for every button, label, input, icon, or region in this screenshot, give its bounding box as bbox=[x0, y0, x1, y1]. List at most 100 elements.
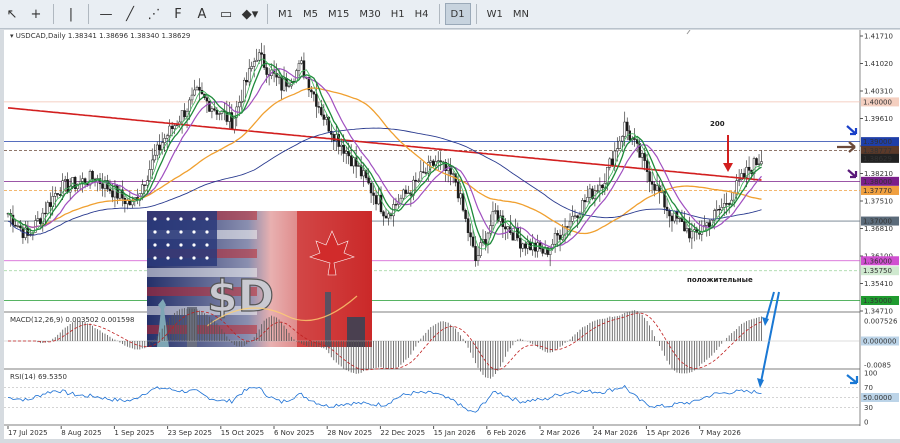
candle-body bbox=[598, 184, 602, 191]
candle-body bbox=[747, 166, 751, 171]
annotation-positive: положительные bbox=[687, 276, 753, 284]
candle-body bbox=[399, 197, 403, 204]
candle-body bbox=[653, 184, 656, 191]
candle-body bbox=[101, 183, 104, 189]
candle-body bbox=[588, 188, 592, 198]
candle-body bbox=[247, 68, 251, 83]
us-star bbox=[179, 243, 183, 247]
date-tick-label: 15 Oct 2025 bbox=[221, 429, 264, 437]
timeframe-m30-button[interactable]: M30 bbox=[354, 3, 385, 25]
candle-body bbox=[49, 202, 52, 207]
candle-body bbox=[91, 170, 94, 180]
candle-body bbox=[287, 85, 291, 87]
us-star bbox=[153, 256, 157, 260]
cn-tower-icon bbox=[325, 292, 331, 347]
candle-body bbox=[155, 144, 159, 156]
rsi-tick-label: 100 bbox=[864, 370, 877, 378]
us-star bbox=[192, 230, 196, 234]
channel-icon[interactable]: ⋰ bbox=[142, 3, 166, 25]
candle-body bbox=[382, 211, 385, 217]
rsi-tick-label: 70 bbox=[864, 384, 873, 392]
chart-area[interactable]: 1.417101.410201.403101.396101.389101.382… bbox=[4, 29, 900, 439]
macd-tick-label: -0.0085 bbox=[864, 362, 891, 370]
date-tick-label: 6 Nov 2025 bbox=[274, 429, 314, 437]
candle-body bbox=[344, 150, 348, 154]
price-tick-label: 1.38210 bbox=[864, 170, 893, 178]
timeframe-m15-button[interactable]: M15 bbox=[323, 3, 354, 25]
candle-body bbox=[491, 211, 495, 226]
price-chart[interactable]: 1.417101.410201.403101.396101.389101.382… bbox=[4, 29, 900, 439]
candle-body bbox=[372, 192, 375, 196]
candle-body bbox=[310, 89, 313, 93]
candle bbox=[208, 100, 211, 112]
date-tick-label: 1 Sep 2025 bbox=[114, 429, 154, 437]
candle-body bbox=[504, 226, 507, 230]
candle-body bbox=[190, 94, 194, 101]
shapes-icon[interactable]: ◆▾ bbox=[238, 3, 262, 25]
candle-body bbox=[432, 160, 435, 166]
candle-body bbox=[158, 144, 161, 150]
candle-body bbox=[471, 236, 475, 247]
candle-body bbox=[566, 226, 569, 228]
text-icon[interactable]: A bbox=[190, 3, 214, 25]
candle-body bbox=[685, 228, 689, 232]
candle-body bbox=[280, 76, 283, 91]
candle-body bbox=[623, 121, 626, 137]
candle-body bbox=[339, 144, 343, 147]
candle-body bbox=[302, 60, 306, 78]
candle-body bbox=[494, 210, 497, 212]
candle-body bbox=[150, 159, 154, 170]
date-tick-label: 8 Aug 2025 bbox=[61, 429, 101, 437]
candle-body bbox=[670, 215, 674, 222]
candle-body bbox=[240, 101, 244, 103]
fibonacci-icon[interactable]: F bbox=[166, 3, 190, 25]
crosshair-icon[interactable]: + bbox=[24, 3, 48, 25]
vertical-line-icon[interactable]: | bbox=[59, 3, 83, 25]
timeframe-w1-button[interactable]: W1 bbox=[482, 3, 508, 25]
rsi-header: RSI(14) 69.5350 bbox=[10, 373, 67, 381]
us-star bbox=[179, 230, 183, 234]
candle-body bbox=[118, 189, 122, 199]
candle-body bbox=[583, 200, 587, 203]
label-icon[interactable]: ▭ bbox=[214, 3, 238, 25]
candle-body bbox=[690, 230, 694, 239]
timeframe-h1-button[interactable]: H1 bbox=[386, 3, 410, 25]
candle-body bbox=[210, 108, 214, 112]
candle-body bbox=[556, 233, 559, 236]
cursor-icon[interactable]: ↖ bbox=[0, 3, 24, 25]
candle-body bbox=[193, 89, 196, 96]
price-label-text: 1.38629 bbox=[863, 155, 892, 163]
candle-body bbox=[250, 66, 253, 69]
candle-body bbox=[645, 160, 649, 172]
trend-line-icon[interactable]: ╱ bbox=[118, 3, 142, 25]
candle-body bbox=[402, 189, 405, 199]
candle-body bbox=[387, 213, 390, 219]
date-tick-label: 7 May 2026 bbox=[700, 429, 742, 437]
timeframe-h4-button[interactable]: H4 bbox=[410, 3, 434, 25]
timeframe-d1-button[interactable]: D1 bbox=[444, 3, 471, 25]
candle-body bbox=[621, 136, 624, 142]
candle-body bbox=[735, 180, 738, 194]
candle-body bbox=[541, 248, 544, 254]
timeframe-mn-button[interactable]: MN bbox=[508, 3, 534, 25]
candle-body bbox=[262, 54, 266, 68]
price-label-text: 1.38777 bbox=[863, 147, 892, 155]
candle-body bbox=[536, 242, 539, 252]
toolbar-separator bbox=[88, 4, 89, 24]
candle-body bbox=[422, 171, 425, 173]
timeframe-m5-button[interactable]: M5 bbox=[298, 3, 323, 25]
candle-body bbox=[618, 140, 622, 149]
us-star bbox=[153, 230, 157, 234]
candle-body bbox=[123, 197, 127, 205]
timeframe-buttons: M1 M5 M15 M30 H1 H4 D1 W1 MN bbox=[273, 3, 534, 25]
price-label-text: 1.35000 bbox=[863, 297, 892, 305]
candle-body bbox=[601, 184, 604, 189]
horizontal-line-icon[interactable]: — bbox=[94, 3, 118, 25]
timeframe-m1-button[interactable]: M1 bbox=[273, 3, 298, 25]
candle-body bbox=[451, 173, 455, 175]
candle-body bbox=[352, 157, 355, 167]
candle-body bbox=[362, 170, 365, 177]
us-star bbox=[166, 217, 170, 221]
candle-body bbox=[143, 184, 147, 186]
candle-body bbox=[238, 102, 241, 108]
